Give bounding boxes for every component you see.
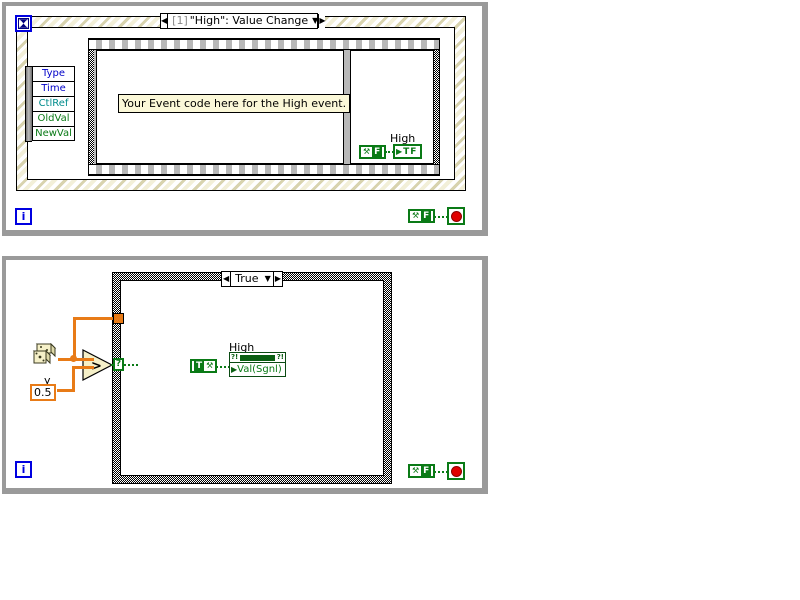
event-frame-left-edge xyxy=(89,39,94,175)
event-terminal-ctlref[interactable]: CtlRef xyxy=(32,96,75,111)
stop-button[interactable] xyxy=(447,207,465,225)
property-node-header: ?! ?! xyxy=(230,353,285,362)
wire-false-to-stop xyxy=(434,471,448,473)
dice-random-number-icon xyxy=(32,342,57,365)
timeout-terminal-icon[interactable] xyxy=(15,15,32,32)
case-selector-header[interactable]: ◀ True ▼ ▶ xyxy=(221,271,283,287)
event-frame-right-edge xyxy=(434,39,439,175)
case-tunnel-input[interactable] xyxy=(113,313,124,324)
boolean-wrench-icon: ⚒ xyxy=(412,466,420,475)
case-selector-prev-button[interactable]: ◀ xyxy=(222,272,232,286)
case-selector-dropdown-chevron-icon[interactable]: ▼ xyxy=(263,272,273,286)
property-node[interactable]: ?! ?! ▶ Val(Sgnl) xyxy=(229,352,286,377)
hourglass-icon xyxy=(18,18,29,29)
case-structure-interior[interactable] xyxy=(120,280,384,476)
iteration-terminal[interactable]: i xyxy=(15,461,32,478)
property-node-reference-bar xyxy=(240,354,275,361)
event-terminal-time[interactable]: Time xyxy=(32,81,75,96)
high-terminal-tf-label: TF xyxy=(403,146,418,157)
wire-compare-y-input xyxy=(72,366,94,369)
event-selector-header[interactable]: ◀ [1] "High": Value Change ▼ ▶ xyxy=(160,13,326,29)
boolean-wrench-icon: ⚒ xyxy=(206,361,214,370)
property-node-property-row[interactable]: ▶ Val(Sgnl) xyxy=(230,362,285,377)
stop-false-constant[interactable]: ⚒ F xyxy=(408,464,436,478)
property-node-property-name: Val(Sgnl) xyxy=(237,364,282,375)
case-selector-next-button[interactable]: ▶ xyxy=(272,272,283,286)
event-selector-label: [1] "High": Value Change xyxy=(168,14,312,28)
property-node-right-glyph-icon: ?! xyxy=(276,353,284,361)
event-selector-next-button[interactable]: ▶ xyxy=(318,14,326,28)
event-selector-case: "High": Value Change xyxy=(189,14,309,27)
wire-compare-branch-up xyxy=(73,317,76,360)
case-selector-label: True xyxy=(235,272,259,285)
greater-than-node[interactable]: > xyxy=(80,348,114,381)
true-constant-value: T xyxy=(194,361,205,371)
event-data-node[interactable]: Type Time CtlRef OldVal NewVal xyxy=(25,66,75,142)
property-node-left-glyph-icon: ?! xyxy=(231,353,239,361)
wire-branch-junction xyxy=(70,355,77,362)
wire-branch-to-tunnel xyxy=(73,317,118,320)
event-terminal-oldval[interactable]: OldVal xyxy=(32,111,75,126)
event-code-comment[interactable]: Your Event code here for the High event. xyxy=(118,94,351,113)
event-selector-prev-button[interactable]: ◀ xyxy=(161,14,169,28)
stop-false-constant[interactable]: ⚒ F xyxy=(408,209,436,223)
boolean-wrench-icon: ⚒ xyxy=(412,211,420,220)
stop-icon xyxy=(450,465,462,477)
event-terminal-type[interactable]: Type xyxy=(32,66,75,81)
high-boolean-terminal[interactable]: ▶ TF xyxy=(393,144,423,159)
event-selector-index: [1] xyxy=(172,14,188,27)
wire-constant-to-compare-horz xyxy=(57,389,75,392)
true-constant[interactable]: T ⚒ xyxy=(190,359,218,373)
false-constant-value: F xyxy=(372,147,383,157)
stop-false-constant-value: F xyxy=(421,466,432,476)
false-constant[interactable]: ⚒ F xyxy=(359,145,387,159)
wire-false-to-stop xyxy=(434,216,448,218)
terminal-input-arrow-icon: ▶ xyxy=(396,146,403,156)
event-data-node-bar xyxy=(25,66,32,142)
boolean-wrench-icon: ⚒ xyxy=(363,147,371,156)
case-selector-terminal[interactable]: ? xyxy=(113,358,124,371)
numeric-constant-value[interactable]: 0.5 xyxy=(30,384,56,401)
random-number-node[interactable] xyxy=(32,342,58,367)
wire-constant-to-compare-vert xyxy=(72,366,75,391)
stop-icon xyxy=(450,210,462,222)
event-terminal-newval[interactable]: NewVal xyxy=(32,126,75,141)
event-frame-bottom-strip xyxy=(89,164,439,175)
stop-false-constant-value: F xyxy=(421,211,432,221)
stop-button[interactable] xyxy=(447,462,465,480)
iteration-terminal[interactable]: i xyxy=(15,208,32,225)
property-input-arrow-icon: ▶ xyxy=(231,365,238,374)
event-frame-top-strip xyxy=(89,39,439,50)
event-data-node-terminals: Type Time CtlRef OldVal NewVal xyxy=(32,66,75,142)
greater-than-icon: > xyxy=(82,349,114,381)
wire-true-to-property-node xyxy=(216,366,230,368)
